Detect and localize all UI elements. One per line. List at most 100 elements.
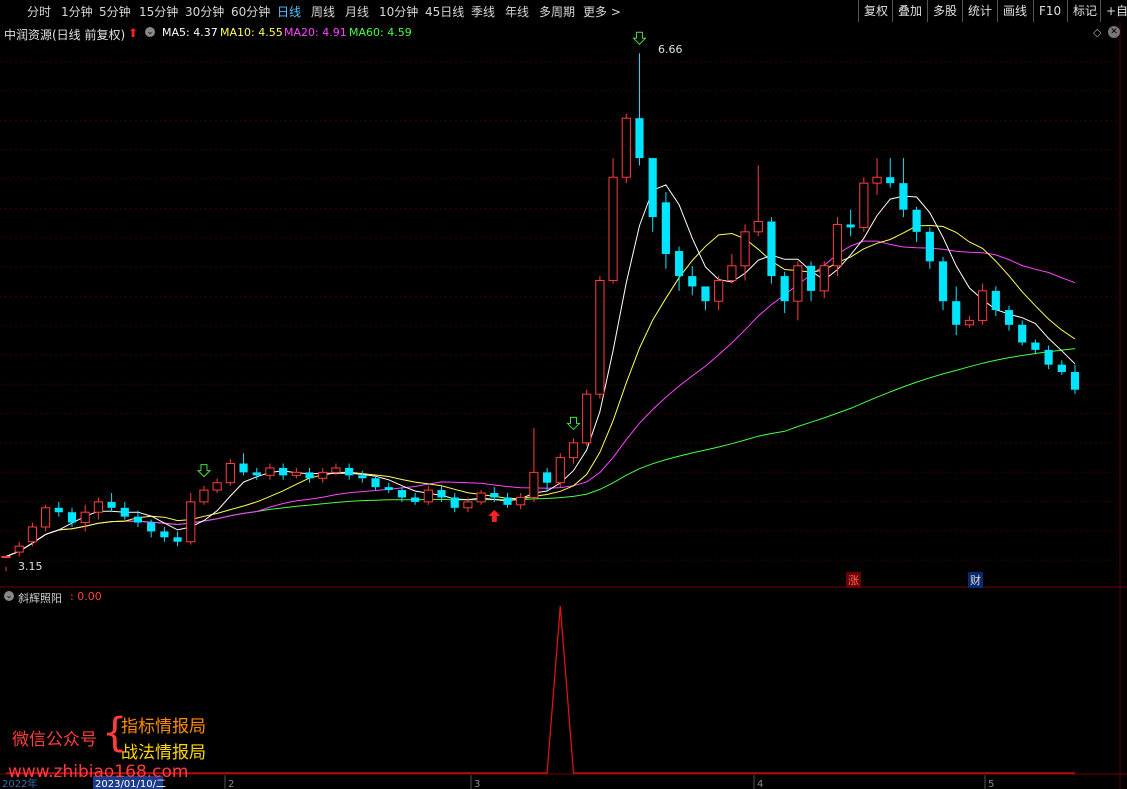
x-axis-label: 3 (474, 779, 480, 789)
adjust-button[interactable]: 复权 (858, 0, 893, 22)
candle-body (1070, 372, 1080, 390)
candle-body (331, 467, 341, 473)
candle-body (305, 472, 314, 479)
candle-body (41, 507, 51, 528)
finance-badge[interactable]: 财 (968, 572, 983, 588)
x-axis-label: 2 (228, 779, 234, 789)
f10-button[interactable]: F10 (1033, 0, 1066, 22)
candle-body (714, 280, 724, 302)
period-tab-1min[interactable]: 1分钟 (61, 3, 93, 20)
period-tab-fenshi[interactable]: 分时 (27, 3, 51, 20)
candle-body (463, 501, 473, 509)
period-tab-weekly[interactable]: 周线 (311, 3, 335, 20)
chevron-down-icon[interactable]: ⌄ (145, 27, 155, 37)
candle-body (384, 487, 393, 491)
stats-button[interactable]: 统计 (962, 0, 997, 22)
candle-body (846, 224, 855, 228)
candle-body (80, 511, 90, 524)
candle-body (93, 501, 103, 513)
candle-body (1031, 342, 1040, 350)
stock-title: 中润资源(日线 前复权) (4, 28, 126, 42)
candle-body (345, 467, 354, 476)
candle-body (450, 497, 459, 508)
candle-body (173, 537, 182, 542)
period-tab-multi[interactable]: 多周期 (539, 3, 575, 20)
candle-body (635, 118, 644, 159)
indicator-name: 斜辉照阳 (18, 592, 62, 605)
diamond-icon[interactable]: ◇ (1093, 26, 1101, 39)
period-tab-60min[interactable]: 60分钟 (231, 3, 270, 20)
period-tab-yearly[interactable]: 年线 (505, 3, 529, 20)
candle-body (767, 221, 776, 277)
candle-body (872, 176, 882, 184)
candle-body (912, 209, 921, 232)
candle-body (806, 265, 816, 291)
candle-body (147, 522, 156, 532)
candle-body (608, 176, 618, 282)
candle-body (14, 545, 24, 553)
multi-stock-button[interactable]: 多股 (927, 0, 962, 22)
candle-body (239, 463, 248, 473)
overlay-button[interactable]: 叠加 (892, 0, 927, 22)
period-tab-10min[interactable]: 10分钟 (379, 3, 418, 20)
draw-line-button[interactable]: 画线 (997, 0, 1032, 22)
indicator-menu-icon[interactable]: ⌄ (4, 591, 14, 601)
candle-body (437, 490, 446, 498)
candle-body (199, 489, 209, 503)
candle-body (490, 493, 499, 498)
candle-body (120, 507, 129, 517)
period-tab-quarterly[interactable]: 季线 (471, 3, 495, 20)
candle-body (1044, 349, 1053, 365)
candle-body (938, 261, 948, 302)
x-axis-label: 4 (757, 779, 763, 789)
period-tab-30min[interactable]: 30分钟 (185, 3, 224, 20)
x-axis-label: 5 (988, 779, 994, 789)
candle-body (740, 231, 750, 267)
rise-badge[interactable]: 涨 (846, 572, 861, 588)
period-tab-5min[interactable]: 5分钟 (99, 3, 131, 20)
ma60-label: MA60: 4.59 (349, 26, 412, 39)
period-tab-daily[interactable]: 日线 (277, 3, 301, 20)
watermark-url: www.zhibiao168.com (8, 762, 189, 782)
period-tab-more[interactable]: 更多 > (583, 3, 621, 20)
high-price-label: 6.66 (658, 43, 683, 56)
indicator-value: : 0.00 (70, 590, 102, 603)
candle-body (252, 472, 261, 476)
candle-body (832, 223, 843, 267)
candle-body (27, 526, 37, 543)
candle-body (899, 183, 908, 210)
candle-body (964, 319, 975, 326)
candle-body (279, 467, 288, 476)
candle-body (555, 457, 565, 484)
grid-lines (0, 22, 1127, 789)
candle-body (701, 286, 710, 302)
candle-body (503, 497, 512, 505)
add-watchlist-button[interactable]: +自选 (1100, 0, 1127, 22)
candle-body (925, 231, 934, 262)
chart-background (0, 22, 1127, 789)
candle-body (529, 471, 539, 498)
candle-body (1018, 324, 1027, 343)
watermark-line1: 指标情报局 (121, 717, 206, 737)
watermark-line2: 战法情报局 (121, 743, 206, 763)
candle-body (661, 202, 670, 254)
candle-body (186, 501, 196, 543)
candle-body (819, 265, 829, 292)
watermark-wechat: 微信公众号 (12, 730, 97, 750)
candle-body (476, 492, 486, 503)
period-tab-15min[interactable]: 15分钟 (139, 3, 178, 20)
period-tab-45day[interactable]: 45日线 (425, 3, 464, 20)
candle-body (358, 475, 367, 479)
candle-body (225, 463, 235, 484)
candle-body (621, 117, 631, 178)
candle-body (780, 276, 789, 302)
candle-body (1004, 310, 1014, 325)
mark-button[interactable]: 标记 (1067, 0, 1102, 22)
candle-body (160, 531, 169, 538)
candle-body (978, 290, 988, 321)
candle-body (54, 507, 63, 513)
kline-chart[interactable]: 2022年 2023/01/10/二 2 3 4 5 (0, 22, 1127, 789)
candle-body (318, 471, 328, 479)
close-icon[interactable]: ✕ (1108, 26, 1120, 38)
period-tab-monthly[interactable]: 月线 (345, 3, 369, 20)
